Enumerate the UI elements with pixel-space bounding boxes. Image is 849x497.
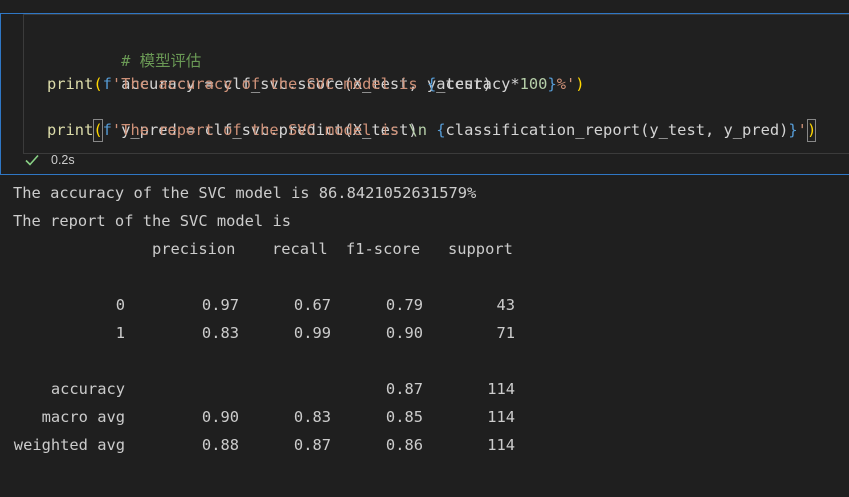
cell-output: The accuracy of the SVC model is 86.8421… bbox=[13, 179, 843, 459]
fstring-prefix: f bbox=[102, 75, 112, 93]
row-label: accuracy bbox=[50, 380, 125, 398]
report-row-weighted-avg: weighted avg 0.88 0.87 0.86 114 bbox=[13, 431, 843, 459]
escape-token: \n bbox=[408, 121, 427, 139]
report-row-class-0: 0 0.97 0.67 0.79 43 bbox=[13, 291, 843, 319]
brace-token: } bbox=[788, 121, 798, 139]
brace-token: { bbox=[426, 75, 437, 93]
string-token: 'The accuracy of the SVC model is bbox=[111, 75, 427, 93]
function-token: print bbox=[47, 75, 94, 93]
paren-token: ( bbox=[93, 119, 103, 142]
expr-token: accuracy* bbox=[436, 75, 520, 93]
paren-token: ) bbox=[806, 119, 817, 142]
code-editor[interactable]: # 模型评估 accuracy = clf_svc.score(X_test, … bbox=[23, 14, 849, 154]
string-token: 'The report of the SVC model is bbox=[111, 121, 409, 139]
string-token: %' bbox=[556, 75, 576, 93]
brace-token: } bbox=[547, 75, 557, 93]
row-label: macro avg bbox=[41, 408, 125, 426]
paren-token: ) bbox=[575, 75, 585, 93]
blank-row bbox=[13, 263, 843, 291]
code-line-4[interactable]: y_pred = clf_svc.predict(X_test) bbox=[47, 96, 418, 139]
check-icon bbox=[25, 154, 39, 166]
notebook-page: # 模型评估 accuracy = clf_svc.score(X_test, … bbox=[0, 0, 849, 497]
report-row-accuracy: accuracy 0.87 114 bbox=[13, 375, 843, 403]
accuracy-output: The accuracy of the SVC model is 86.8421… bbox=[13, 184, 477, 202]
f1-value: 0.90 bbox=[385, 324, 423, 342]
brace-token: { bbox=[436, 121, 446, 139]
report-row-macro-avg: macro avg 0.90 0.83 0.85 114 bbox=[13, 403, 843, 431]
row-label: weighted avg bbox=[13, 436, 125, 454]
report-row-class-1: 1 0.83 0.99 0.90 71 bbox=[13, 319, 843, 347]
expr-token: classification_report(y_test, y_pred) bbox=[445, 121, 789, 139]
support-value: 114 bbox=[487, 380, 515, 398]
header-f1: f1-score bbox=[346, 240, 421, 258]
precision-value: 0.88 bbox=[201, 436, 239, 454]
code-line-2[interactable]: accuracy = clf_svc.score(X_test, y_test) bbox=[47, 50, 492, 93]
paren-token: ( bbox=[93, 75, 103, 93]
header-precision: precision bbox=[152, 240, 236, 258]
header-recall: recall bbox=[272, 240, 328, 258]
f1-value: 0.86 bbox=[385, 436, 423, 454]
code-line-1[interactable]: # 模型评估 bbox=[47, 27, 201, 70]
precision-value: 0.97 bbox=[201, 296, 239, 314]
f1-value: 0.79 bbox=[385, 296, 423, 314]
number-token: 100 bbox=[519, 75, 548, 93]
support-value: 114 bbox=[487, 436, 515, 454]
support-value: 71 bbox=[496, 324, 515, 342]
execution-status: 0.2s bbox=[23, 150, 75, 170]
code-line-3[interactable]: print(f'The accuracy of the SVC model is… bbox=[47, 73, 585, 96]
string-token: ' bbox=[797, 121, 807, 139]
precision-value: 0.90 bbox=[201, 408, 239, 426]
header-support: support bbox=[448, 240, 513, 258]
f1-value: 0.85 bbox=[385, 408, 423, 426]
recall-value: 0.87 bbox=[293, 436, 331, 454]
string-token bbox=[427, 121, 436, 139]
report-title: The report of the SVC model is bbox=[13, 212, 301, 230]
function-token: print bbox=[47, 121, 94, 139]
report-header-row: precision recall f1-score support bbox=[13, 235, 843, 263]
fstring-prefix: f bbox=[102, 121, 112, 139]
recall-value: 0.83 bbox=[293, 408, 331, 426]
recall-value: 0.99 bbox=[293, 324, 331, 342]
precision-value: 0.83 bbox=[201, 324, 239, 342]
f1-value: 0.87 bbox=[385, 380, 423, 398]
execution-time: 0.2s bbox=[51, 153, 75, 167]
support-value: 114 bbox=[487, 408, 515, 426]
row-label: 0 bbox=[115, 296, 125, 314]
code-cell[interactable]: # 模型评估 accuracy = clf_svc.score(X_test, … bbox=[0, 13, 849, 175]
recall-value: 0.67 bbox=[293, 296, 331, 314]
support-value: 43 bbox=[496, 296, 515, 314]
row-label: 1 bbox=[115, 324, 125, 342]
code-line-5[interactable]: print(f'The report of the SVC model is \… bbox=[47, 119, 817, 142]
blank-row bbox=[13, 347, 843, 375]
